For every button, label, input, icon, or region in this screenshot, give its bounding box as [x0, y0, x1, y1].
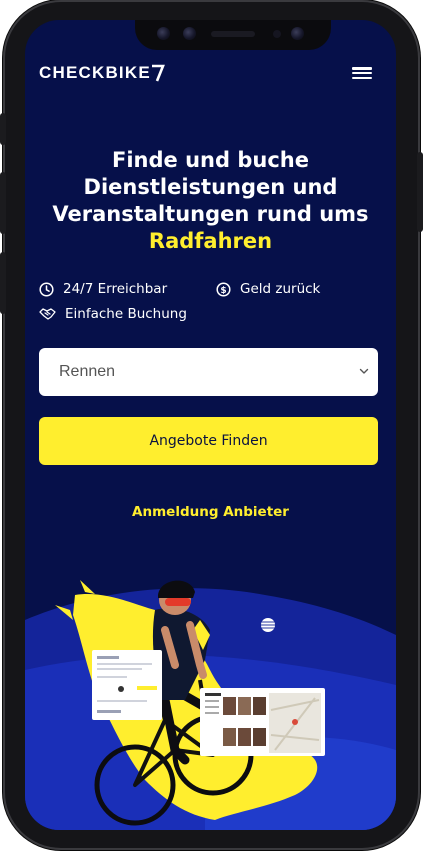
category-select[interactable]: Rennen [39, 348, 378, 396]
feature-money-back: $ Geld zurück [216, 281, 320, 297]
speaker-grille [211, 31, 255, 37]
phone-side-button [0, 113, 6, 145]
app-preview-card-left [92, 650, 162, 720]
provider-signup-link[interactable]: Anmeldung Anbieter [25, 504, 396, 520]
find-offers-button[interactable]: Angebote Finden [39, 417, 378, 465]
camera-icon [157, 27, 170, 40]
clock-icon [39, 281, 54, 297]
feature-label: Geld zurück [240, 281, 321, 297]
sensor-dot [273, 30, 281, 38]
app-preview-card-right [200, 688, 325, 756]
phone-volume-up [0, 172, 6, 234]
hero-title-line: Finde und buche [112, 148, 309, 172]
hamburger-menu-icon[interactable] [352, 64, 372, 82]
phone-notch [135, 20, 331, 50]
feature-label: Einfache Buchung [65, 306, 187, 322]
phone-screen: CHECKBIKE Finde und buche Dienstleistung… [25, 20, 396, 830]
checkbike-logo[interactable]: CHECKBIKE [39, 63, 165, 82]
cyclist-sunglasses [165, 598, 191, 606]
chevron-down-icon [359, 368, 369, 374]
hero-title: Finde und buche Dienstleistungen und Ver… [35, 147, 386, 255]
phone-volume-down [0, 252, 6, 314]
hero-title-highlight: Radfahren [148, 229, 273, 253]
category-select-value: Rennen [59, 363, 116, 380]
menu-bar [352, 67, 372, 70]
hero-title-line: Dienstleistungen und [83, 175, 338, 199]
menu-bar [352, 71, 372, 75]
logo-text: CHECKBIKE [39, 63, 151, 82]
front-camera-icon [291, 27, 304, 40]
cyclist-illustration [25, 580, 396, 830]
feature-availability: 24/7 Erreichbar [39, 281, 167, 297]
cyclist-helmet [158, 580, 195, 598]
logo-mark-icon [151, 64, 165, 82]
phone-power-button [417, 152, 423, 232]
svg-text:$: $ [220, 286, 226, 296]
camera-icon [183, 27, 196, 40]
menu-bar [352, 76, 372, 79]
feature-easy-booking: Einfache Buchung [39, 306, 187, 322]
hero-title-line: Veranstaltungen rund ums [52, 202, 369, 226]
money-back-icon: $ [216, 281, 231, 297]
handshake-icon [39, 308, 56, 320]
feature-label: 24/7 Erreichbar [63, 281, 168, 297]
